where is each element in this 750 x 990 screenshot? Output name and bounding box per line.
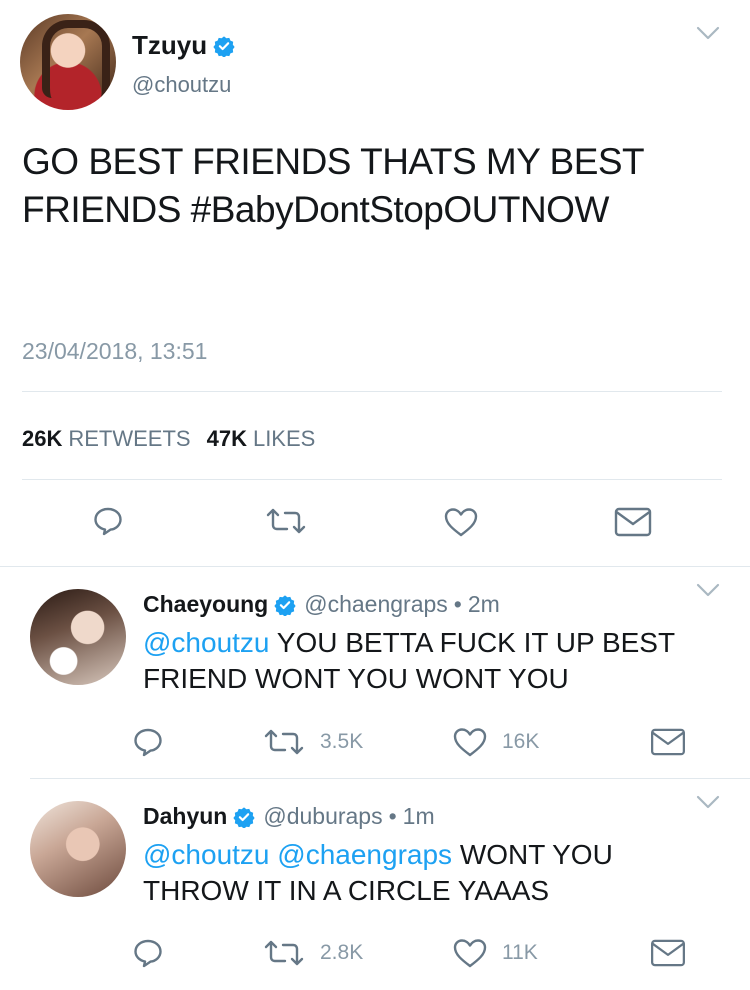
like-count: 16K	[502, 730, 540, 753]
likes-label: LIKES	[252, 426, 316, 451]
avatar[interactable]	[30, 589, 126, 685]
direct-message-button[interactable]	[614, 507, 652, 537]
divider	[22, 391, 722, 392]
like-button[interactable]: 16K	[452, 726, 539, 758]
retweet-button[interactable]: 3.5K	[262, 726, 363, 758]
retweet-icon	[266, 508, 306, 534]
mention-link[interactable]: @chaengraps	[277, 839, 452, 870]
chevron-down-icon[interactable]	[696, 795, 720, 809]
reply-author-handle[interactable]: @duburaps	[263, 803, 382, 830]
reply-author-name[interactable]: Dahyun	[143, 803, 227, 830]
avatar[interactable]	[20, 14, 116, 110]
divider	[22, 479, 722, 480]
direct-message-button[interactable]	[650, 728, 686, 756]
reply-header: Chaeyoung @chaengraps • 2m	[143, 591, 500, 618]
retweet-count: 3.5K	[320, 730, 364, 753]
reply-icon	[94, 507, 122, 536]
tweet-text: GO BEST FRIENDS THATS MY BEST FRIENDS #B…	[22, 141, 644, 230]
reply-tweet[interactable]: Chaeyoung @chaengraps • 2m @choutzu YOU …	[0, 567, 750, 778]
reply-header: Dahyun @duburaps • 1m	[143, 803, 435, 830]
likes-count: 47K	[206, 426, 247, 451]
envelope-icon	[651, 939, 685, 967]
chevron-down-icon[interactable]	[696, 26, 720, 40]
author-handle[interactable]: @choutzu	[132, 72, 231, 98]
reply-button[interactable]	[132, 937, 164, 969]
reply-time[interactable]: 2m	[468, 591, 500, 618]
heart-icon	[453, 939, 487, 968]
retweets-count: 26K	[22, 426, 63, 451]
like-button[interactable]: 11K	[452, 937, 538, 969]
reply-text: @choutzu YOU BETTA FUCK IT UP BEST FRIEN…	[143, 625, 723, 697]
main-tweet: Tzuyu @choutzu GO BEST FRIENDS THATS MY …	[0, 0, 750, 567]
retweet-button[interactable]	[264, 505, 308, 537]
retweet-icon	[264, 729, 304, 755]
separator-dot: •	[453, 591, 462, 617]
mention-link[interactable]: @choutzu	[143, 627, 270, 658]
mention-link[interactable]: @choutzu	[143, 839, 270, 870]
reply-text: @choutzu @chaengraps WONT YOU THROW IT I…	[143, 837, 723, 909]
chevron-down-icon[interactable]	[696, 583, 720, 597]
reply-button[interactable]	[92, 505, 124, 537]
direct-message-button[interactable]	[650, 939, 686, 967]
retweets-label: RETWEETS	[68, 426, 191, 451]
reply-author-name[interactable]: Chaeyoung	[143, 591, 268, 618]
verified-badge-icon	[274, 594, 296, 616]
retweet-count: 2.8K	[320, 941, 364, 964]
reply-time[interactable]: 1m	[403, 803, 435, 830]
heart-icon	[444, 508, 478, 537]
likes-stat[interactable]: 47K LIKES	[207, 426, 316, 452]
tweet-stats: 26K RETWEETS 47K LIKES	[22, 426, 331, 452]
separator-dot: •	[388, 803, 397, 829]
retweet-button[interactable]: 2.8K	[262, 937, 363, 969]
reply-button[interactable]	[132, 726, 164, 758]
author-name[interactable]: Tzuyu	[132, 30, 207, 61]
author-name-row[interactable]: Tzuyu	[132, 30, 235, 61]
like-count: 11K	[502, 941, 538, 964]
envelope-icon	[651, 728, 685, 756]
reply-icon	[134, 728, 162, 757]
retweets-stat[interactable]: 26K RETWEETS	[22, 426, 191, 452]
verified-badge-icon	[233, 806, 255, 828]
tweet-timestamp[interactable]: 23/04/2018, 13:51	[22, 338, 207, 365]
like-button[interactable]	[443, 506, 479, 538]
reply-icon	[134, 939, 162, 968]
reply-tweet[interactable]: Dahyun @duburaps • 1m @choutzu @chaengra…	[0, 779, 750, 990]
verified-badge-icon	[213, 35, 235, 57]
reply-author-handle[interactable]: @chaengraps	[304, 591, 448, 618]
avatar[interactable]	[30, 801, 126, 897]
heart-icon	[453, 728, 487, 757]
envelope-icon	[614, 507, 652, 537]
retweet-icon	[264, 940, 304, 966]
